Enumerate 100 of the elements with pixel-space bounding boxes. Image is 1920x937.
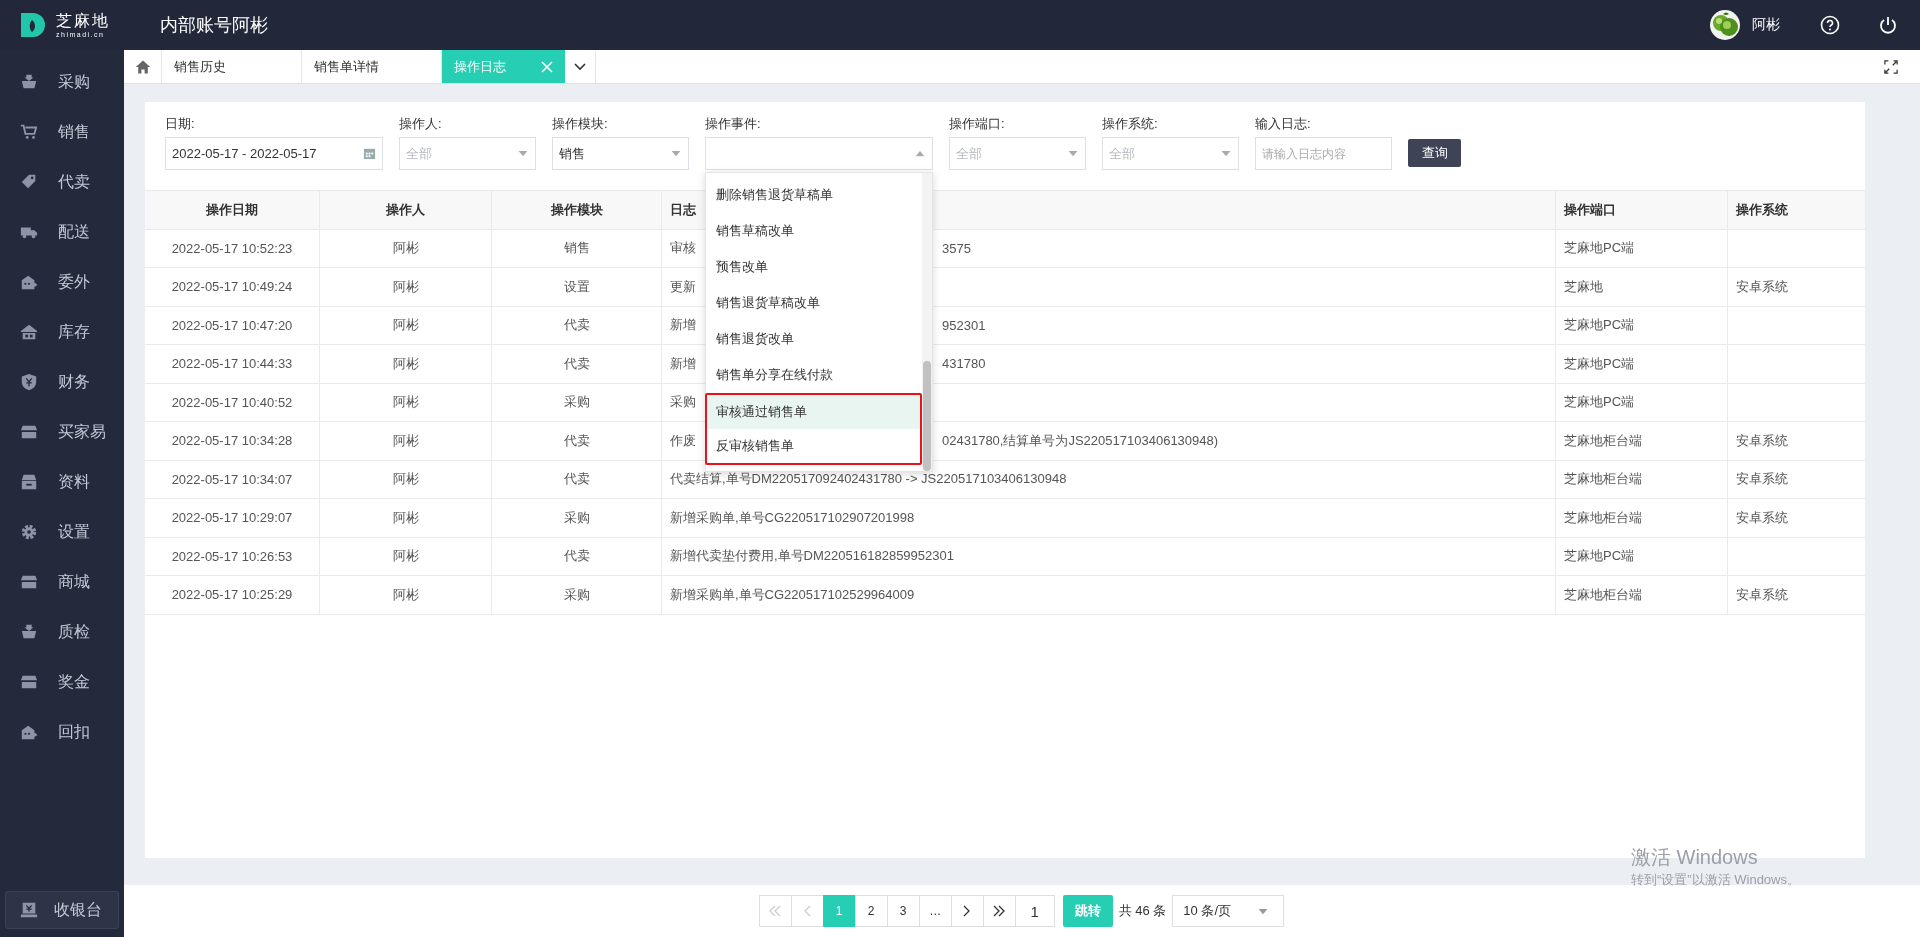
sidebar-item[interactable]: 买家易 [0,407,124,457]
prev-page-button[interactable] [790,895,824,927]
sidebar-item[interactable]: 质检 [0,607,124,657]
double-chevron-left-icon [768,905,783,917]
table-cell: 芝麻地PC端 [1564,239,1635,258]
select-field[interactable]: 销售 [552,137,689,170]
sidebar-item[interactable]: 回扣 [0,707,124,757]
double-chevron-right-icon [992,905,1007,917]
power-icon[interactable] [1878,15,1898,35]
log-text: 新增采购单,单号CG220517102529964009 [670,585,915,604]
scrollbar-thumb[interactable] [923,361,931,471]
sidebar-item[interactable]: 商城 [0,557,124,607]
dropdown-option[interactable]: 审核通过销售单 [707,395,920,429]
table-cell: 2022-05-17 10:52:23 [171,240,293,256]
caret-down-icon [1067,150,1079,157]
brand-name: 芝麻地 [56,12,110,29]
dropdown-option[interactable]: 预售改单 [706,249,922,285]
chevron-left-icon [803,905,812,917]
table-cell: 阿彬 [392,547,419,566]
sidebar-item[interactable]: 配送 [0,207,124,257]
dropdown-option[interactable]: 销售草稿改单 [706,213,922,249]
log-text: 431780 [942,356,986,372]
table-cell: 采购 [563,585,590,604]
log-text: 02431780,结算单号为JS220517103406130948) [942,431,1219,450]
sidebar-item[interactable]: 销售 [0,107,124,157]
sidebar-item[interactable]: 代卖 [0,157,124,207]
table-cell: 2022-05-17 10:49:24 [171,279,293,295]
activation-hint: 转到“设置”以激活 Windows。 [1631,871,1800,889]
caret-down-icon [670,150,682,157]
column-header: 操作日期 [145,191,320,229]
log-text: 更新 [670,277,696,296]
date-range-field[interactable]: 2022-05-17 - 2022-05-17 [165,137,383,170]
page-button[interactable]: 2 [854,895,888,927]
dropdown-option[interactable]: 销售退货改单 [706,321,922,357]
table-cell: 芝麻地柜台端 [1564,508,1642,527]
activation-title: 激活 Windows [1631,845,1759,870]
sidebar-item[interactable]: 库存 [0,307,124,357]
table-cell: 采购 [563,393,590,412]
log-text: 作废 [670,431,696,450]
table-cell: 芝麻地 [1564,277,1603,296]
next-page-button[interactable] [950,895,984,927]
house-icon [20,323,38,341]
dropdown-option[interactable]: 销售退货草稿改单 [706,285,922,321]
tag-icon [20,173,38,191]
dropdown-option[interactable]: 销售单分享在线付款 [706,357,922,393]
help-icon[interactable] [1820,15,1840,35]
page-button[interactable]: … [918,895,952,927]
table-cell: 2022-05-17 10:47:20 [171,317,293,333]
log-text: 审核 [670,239,696,258]
table-cell: 阿彬 [392,508,419,527]
sidebar-item[interactable]: 采购 [0,57,124,107]
table-cell: 代卖 [563,354,590,373]
store-icon [20,573,38,591]
register-icon [20,901,38,919]
caret-down-icon [517,150,529,157]
table-cell: 芝麻地柜台端 [1564,585,1642,604]
last-page-button[interactable] [982,895,1016,927]
sidebar-item[interactable]: 委外 [0,257,124,307]
basket-icon [20,73,38,91]
filter-label: 操作系统: [1102,115,1159,131]
page-button[interactable]: 3 [886,895,920,927]
first-page-button[interactable] [758,895,792,927]
select-field[interactable] [705,137,933,170]
filter-label: 日期: [165,115,196,131]
table-cell: 安卓系统 [1736,508,1788,527]
user-name[interactable]: 阿彬 [1752,16,1780,34]
table-cell: 代卖 [563,470,590,489]
search-button[interactable]: 查询 [1408,139,1461,167]
filter-label: 操作端口: [949,115,1006,131]
column-header: 操作模块 [492,191,662,229]
table-cell: 2022-05-17 10:29:07 [171,510,293,526]
table-cell: 阿彬 [392,393,419,412]
sidebar-item[interactable]: 资料 [0,457,124,507]
page-number-field[interactable]: 1 [1014,895,1055,927]
table-cell: 阿彬 [392,354,419,373]
dropdown-option[interactable]: 反审核销售单 [707,429,920,463]
sidebar-item[interactable]: 设置 [0,507,124,557]
logo-icon [18,10,48,40]
filter-label: 操作模块: [552,115,609,131]
gear-icon [20,523,38,541]
table-cell: 芝麻地柜台端 [1564,470,1642,489]
table-cell: 安卓系统 [1736,431,1788,450]
table-cell: 芝麻地PC端 [1564,316,1635,335]
cashier-button[interactable]: 收银台 [5,891,119,929]
shield-icon [20,373,38,391]
chevron-down-icon [574,62,586,71]
table-cell: 芝麻地PC端 [1564,393,1635,412]
dropdown-option[interactable]: 删除销售退货草稿单 [706,177,922,213]
page-size-select[interactable]: 10 条/页 [1172,895,1285,927]
close-icon[interactable] [541,60,553,73]
log-text: 采购 [670,393,696,412]
log-search-field[interactable]: 请输入日志内容 [1255,137,1392,170]
fullscreen-icon[interactable] [1884,59,1898,74]
tab[interactable]: 销售历史 [162,50,302,83]
sidebar-item[interactable]: 财务 [0,357,124,407]
table-cell: 阿彬 [392,585,419,604]
cart-icon [20,123,38,141]
filter-label: 输入日志: [1255,115,1312,131]
table-cell: 销售 [563,239,590,258]
sidebar-item[interactable]: 奖金 [0,657,124,707]
